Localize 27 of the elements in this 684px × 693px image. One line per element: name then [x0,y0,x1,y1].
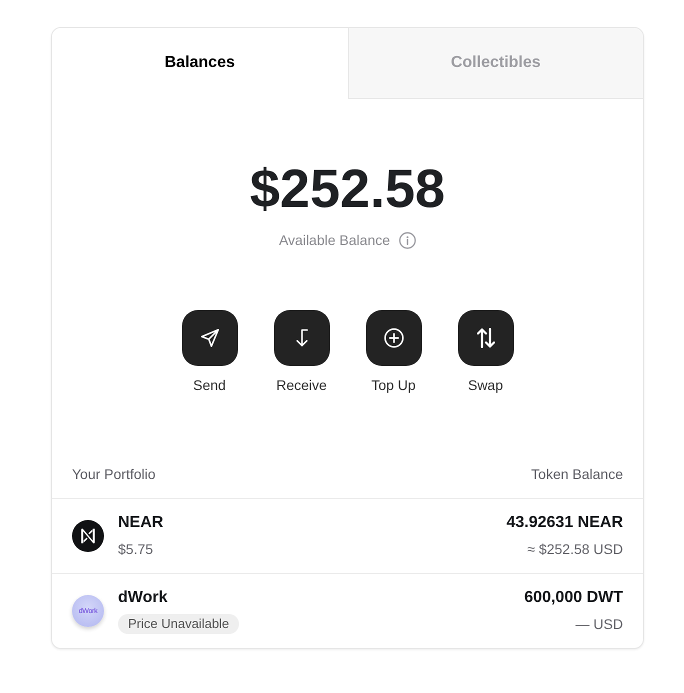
token-name: dWork [118,588,168,608]
token-balance: 43.92631 NEAR [506,513,623,533]
usd-value: ≈ $252.58 USD [527,540,623,559]
column-heading: Your Portfolio [72,464,156,484]
balance-label: Available Balance [278,231,390,250]
usd-value: — USD [576,615,623,634]
price-badge: Price Unavailable [118,614,240,634]
action-button[interactable] [458,310,514,366]
token-price: $5.75 [118,540,154,559]
balance-amount: $252.58 [250,159,446,219]
action-label: Top Up [371,376,416,395]
swap-arrows-icon [476,328,494,348]
info-icon[interactable] [399,232,416,248]
column-heading: Token Balance [531,464,623,484]
tab[interactable]: Balances [52,28,348,99]
action-button[interactable] [366,310,422,366]
action-label: Receive [276,376,327,395]
action-button[interactable] [182,310,238,366]
plus-circle-icon [384,328,404,348]
paper-plane-icon [200,328,220,348]
token-balance: 600,000 DWT [524,588,623,608]
arrow-down-icon [296,329,308,347]
action-label: Send [193,376,226,395]
token-logo-icon [72,520,104,552]
token-name: NEAR [118,513,164,533]
action-button[interactable] [274,310,330,366]
action-label: Swap [468,376,504,395]
